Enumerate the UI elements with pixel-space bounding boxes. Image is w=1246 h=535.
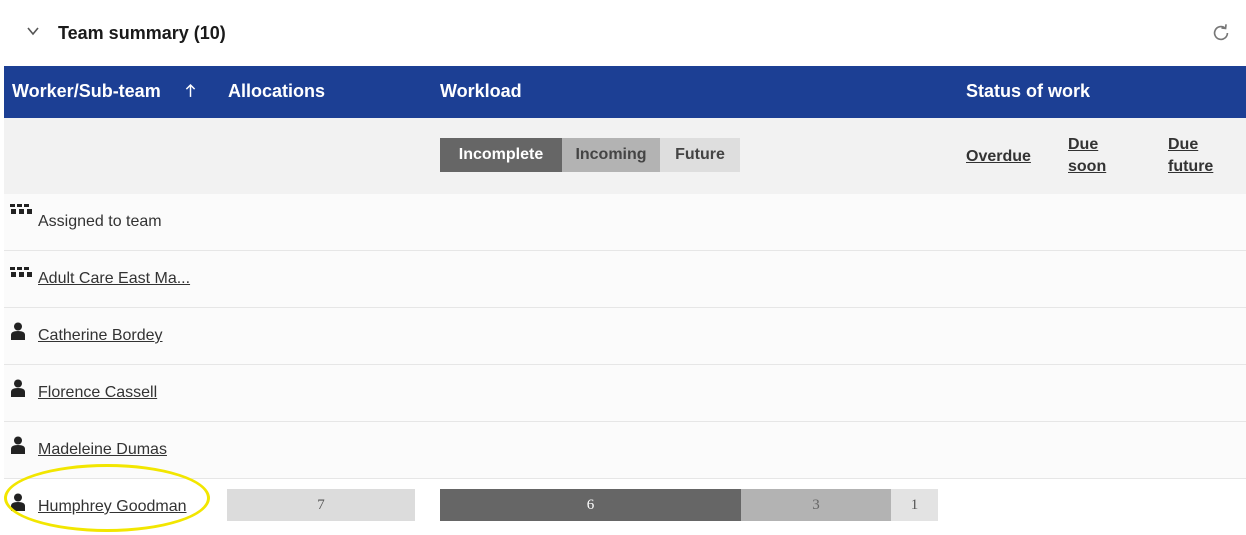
table-row: Adult Care East Ma... <box>4 251 1246 308</box>
filter-future[interactable]: Future <box>660 138 740 172</box>
arrow-up-icon[interactable] <box>185 83 196 98</box>
column-allocations[interactable]: Allocations <box>228 81 325 102</box>
due-soon-line-2: soon <box>1068 158 1107 175</box>
filter-incomplete[interactable]: Incomplete <box>440 138 562 172</box>
filter-incoming[interactable]: Incoming <box>562 138 660 172</box>
overdue-link-label: Overdue <box>966 148 1031 165</box>
team-icon <box>10 267 32 277</box>
team-icon <box>10 204 32 214</box>
table-row: Florence Cassell <box>4 365 1246 422</box>
person-icon <box>11 379 25 397</box>
due-future-line-2: future <box>1168 158 1214 175</box>
table-row: Madeleine Dumas <box>4 422 1246 479</box>
row-link[interactable]: Adult Care East Ma... <box>38 270 190 288</box>
row-link[interactable]: Catherine Bordey <box>38 327 163 345</box>
column-status: Status of work <box>966 81 1091 101</box>
chevron-down-icon[interactable] <box>26 24 40 38</box>
row-link[interactable]: Madeleine Dumas <box>38 441 167 459</box>
row-label: Assigned to team <box>38 213 162 230</box>
table-subheader: Incomplete Incoming Future Overdue Due s… <box>4 118 1246 194</box>
allocations-bar[interactable]: 7 <box>227 489 415 521</box>
row-link[interactable]: Florence Cassell <box>38 384 157 402</box>
column-worker-label: Worker/Sub-team <box>12 81 161 101</box>
due-soon-line-1: Due <box>1068 136 1099 153</box>
person-icon <box>11 436 25 454</box>
workload-incomplete-bar[interactable]: 6 <box>440 489 741 521</box>
column-worker[interactable]: Worker/Sub-team <box>12 81 161 102</box>
table-row: Assigned to team <box>4 194 1246 251</box>
due-future-line-1: Due <box>1168 136 1199 153</box>
table-row: Catherine Bordey <box>4 308 1246 365</box>
due-future-link[interactable]: Due future <box>1168 134 1213 178</box>
workload-incoming-bar[interactable]: 3 <box>741 489 891 521</box>
highlight-circle <box>4 464 210 532</box>
team-summary-header: Team summary (10) <box>0 0 1246 66</box>
workload-future-bar[interactable]: 1 <box>891 489 938 521</box>
person-icon <box>11 322 25 340</box>
due-soon-link[interactable]: Due soon <box>1068 134 1106 178</box>
overdue-link[interactable]: Overdue <box>966 146 1031 168</box>
team-summary-title: Team summary (10) <box>58 23 226 43</box>
refresh-icon[interactable] <box>1210 22 1232 44</box>
column-workload[interactable]: Workload <box>440 81 522 102</box>
table-header: Worker/Sub-team Allocations Workload Sta… <box>4 66 1246 118</box>
